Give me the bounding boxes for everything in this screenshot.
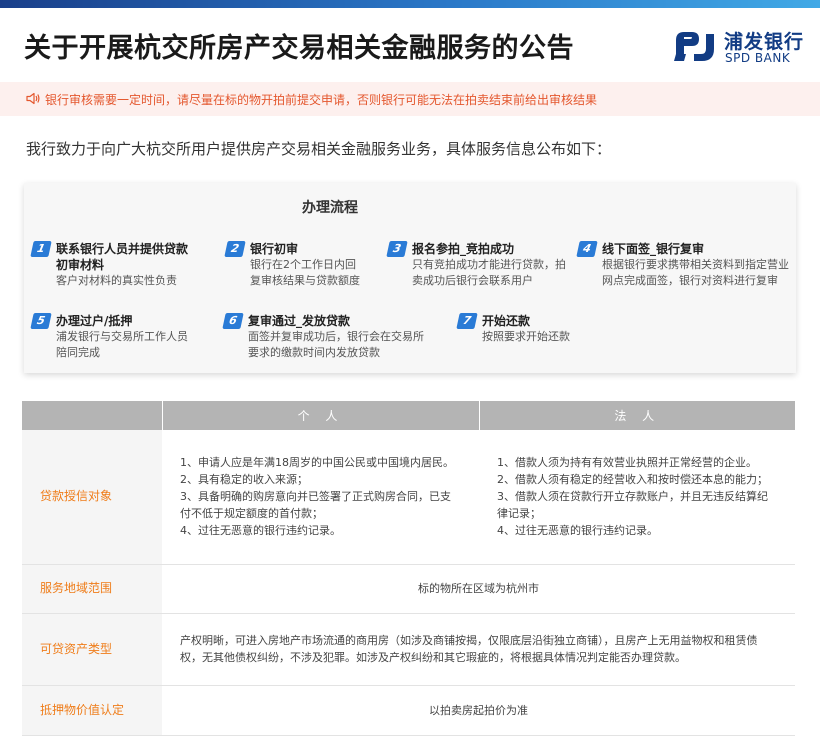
corporate-criteria: 1、借款人须为持有有效营业执照并正常经营的企业。 2、借款人须有稳定的经营收入和… xyxy=(479,430,795,565)
step-number-badge: 3 xyxy=(386,241,408,257)
step-title: 银行初审 xyxy=(250,242,299,256)
step-title: 办理过户/抵押 xyxy=(56,314,133,328)
step-description: 银行在2个工作日内回 复审核结果与贷款额度 xyxy=(250,258,360,287)
row-label: 贷款授信对象 xyxy=(22,430,162,565)
table-header-personal: 个 人 xyxy=(161,401,479,430)
step-number-badge: 5 xyxy=(30,313,52,329)
step-number-badge: 1 xyxy=(30,241,52,257)
table-row: 抵押物价值认定 以拍卖房起拍价为准 xyxy=(22,685,795,736)
service-info-table: 个 人 法 人 贷款授信对象 1、申请人应是年满18周岁的中国公民或中国境内居民… xyxy=(22,401,795,736)
page-title: 关于开展杭交所房产交易相关金融服务的公告 xyxy=(24,33,574,64)
step-number-badge: 6 xyxy=(222,313,244,329)
process-panel: 办理流程 1 联系银行人员并提供贷款 初审材料 客户对材料的真实性负责 2 银行… xyxy=(24,183,796,373)
logo-chinese-name: 浦发银行 xyxy=(724,31,805,53)
logo-english-name: SPD BANK xyxy=(725,51,791,65)
step-description: 客户对材料的真实性负责 xyxy=(56,274,177,287)
step-number-badge: 2 xyxy=(224,241,246,257)
step-description: 按照要求开始还款 xyxy=(482,330,570,343)
merged-cell: 以拍卖房起拍价为准 xyxy=(162,685,795,736)
notice-text: 银行审核需要一定时间，请尽量在标的物开拍前提交申请，否则银行可能无法在拍卖结束前… xyxy=(45,93,598,107)
table-row: 贷款授信对象 1、申请人应是年满18周岁的中国公民或中国境内居民。 2、具有稳定… xyxy=(22,430,795,565)
step-title: 复审通过_发放贷款 xyxy=(248,314,351,328)
spd-bank-logo[interactable]: 浦发银行 SPD BANK xyxy=(672,26,807,68)
merged-cell: 产权明晰，可进入房地产市场流通的商用房（如涉及商铺按揭，仅限底层沿街独立商铺），… xyxy=(162,613,795,686)
table-header-corporate: 法 人 xyxy=(478,401,795,430)
table-header-row: 个 人 法 人 xyxy=(22,401,795,430)
table-row: 可贷资产类型 产权明晰，可进入房地产市场流通的商用房（如涉及商铺按揭，仅限底层沿… xyxy=(22,613,795,686)
process-title: 办理流程 xyxy=(302,200,358,216)
step-description: 面签并复审成功后，银行会在交易所 要求的缴款时间内发放贷款 xyxy=(248,330,424,359)
step-title: 开始还款 xyxy=(482,314,531,328)
notice-bar: 银行审核需要一定时间，请尽量在标的物开拍前提交申请，否则银行可能无法在拍卖结束前… xyxy=(0,82,820,116)
speaker-icon xyxy=(26,92,40,105)
step-description: 只有竞拍成功才能进行贷款，拍 卖成功后银行会联系用户 xyxy=(412,258,566,287)
row-label: 服务地域范围 xyxy=(22,564,162,614)
spd-logo-icon xyxy=(674,32,714,61)
step-description: 浦发银行与交易所工作人员 陪同完成 xyxy=(56,330,188,359)
step-title: 线下面签_银行复审 xyxy=(602,242,705,256)
step-title: 报名参拍_竞拍成功 xyxy=(412,242,515,256)
merged-cell: 标的物所在区域为杭州市 xyxy=(162,564,795,614)
step-description: 根据银行要求携带相关资料到指定营业 网点完成面签，银行对资料进行复审 xyxy=(602,258,789,287)
step-number-badge: 7 xyxy=(456,313,478,329)
table-row: 服务地域范围 标的物所在区域为杭州市 xyxy=(22,564,795,614)
personal-criteria: 1、申请人应是年满18周岁的中国公民或中国境内居民。 2、具有稳定的收入来源； … xyxy=(162,430,479,565)
step-number-badge: 4 xyxy=(576,241,598,257)
row-label: 抵押物价值认定 xyxy=(22,685,162,736)
intro-text: 我行致力于向广大杭交所用户提供房产交易相关金融服务业务，具体服务信息公布如下： xyxy=(26,140,612,158)
table-header-corner xyxy=(22,401,162,430)
top-accent-bar xyxy=(0,0,820,8)
row-label: 可贷资产类型 xyxy=(22,613,162,686)
step-title: 联系银行人员并提供贷款 初审材料 xyxy=(56,242,189,272)
